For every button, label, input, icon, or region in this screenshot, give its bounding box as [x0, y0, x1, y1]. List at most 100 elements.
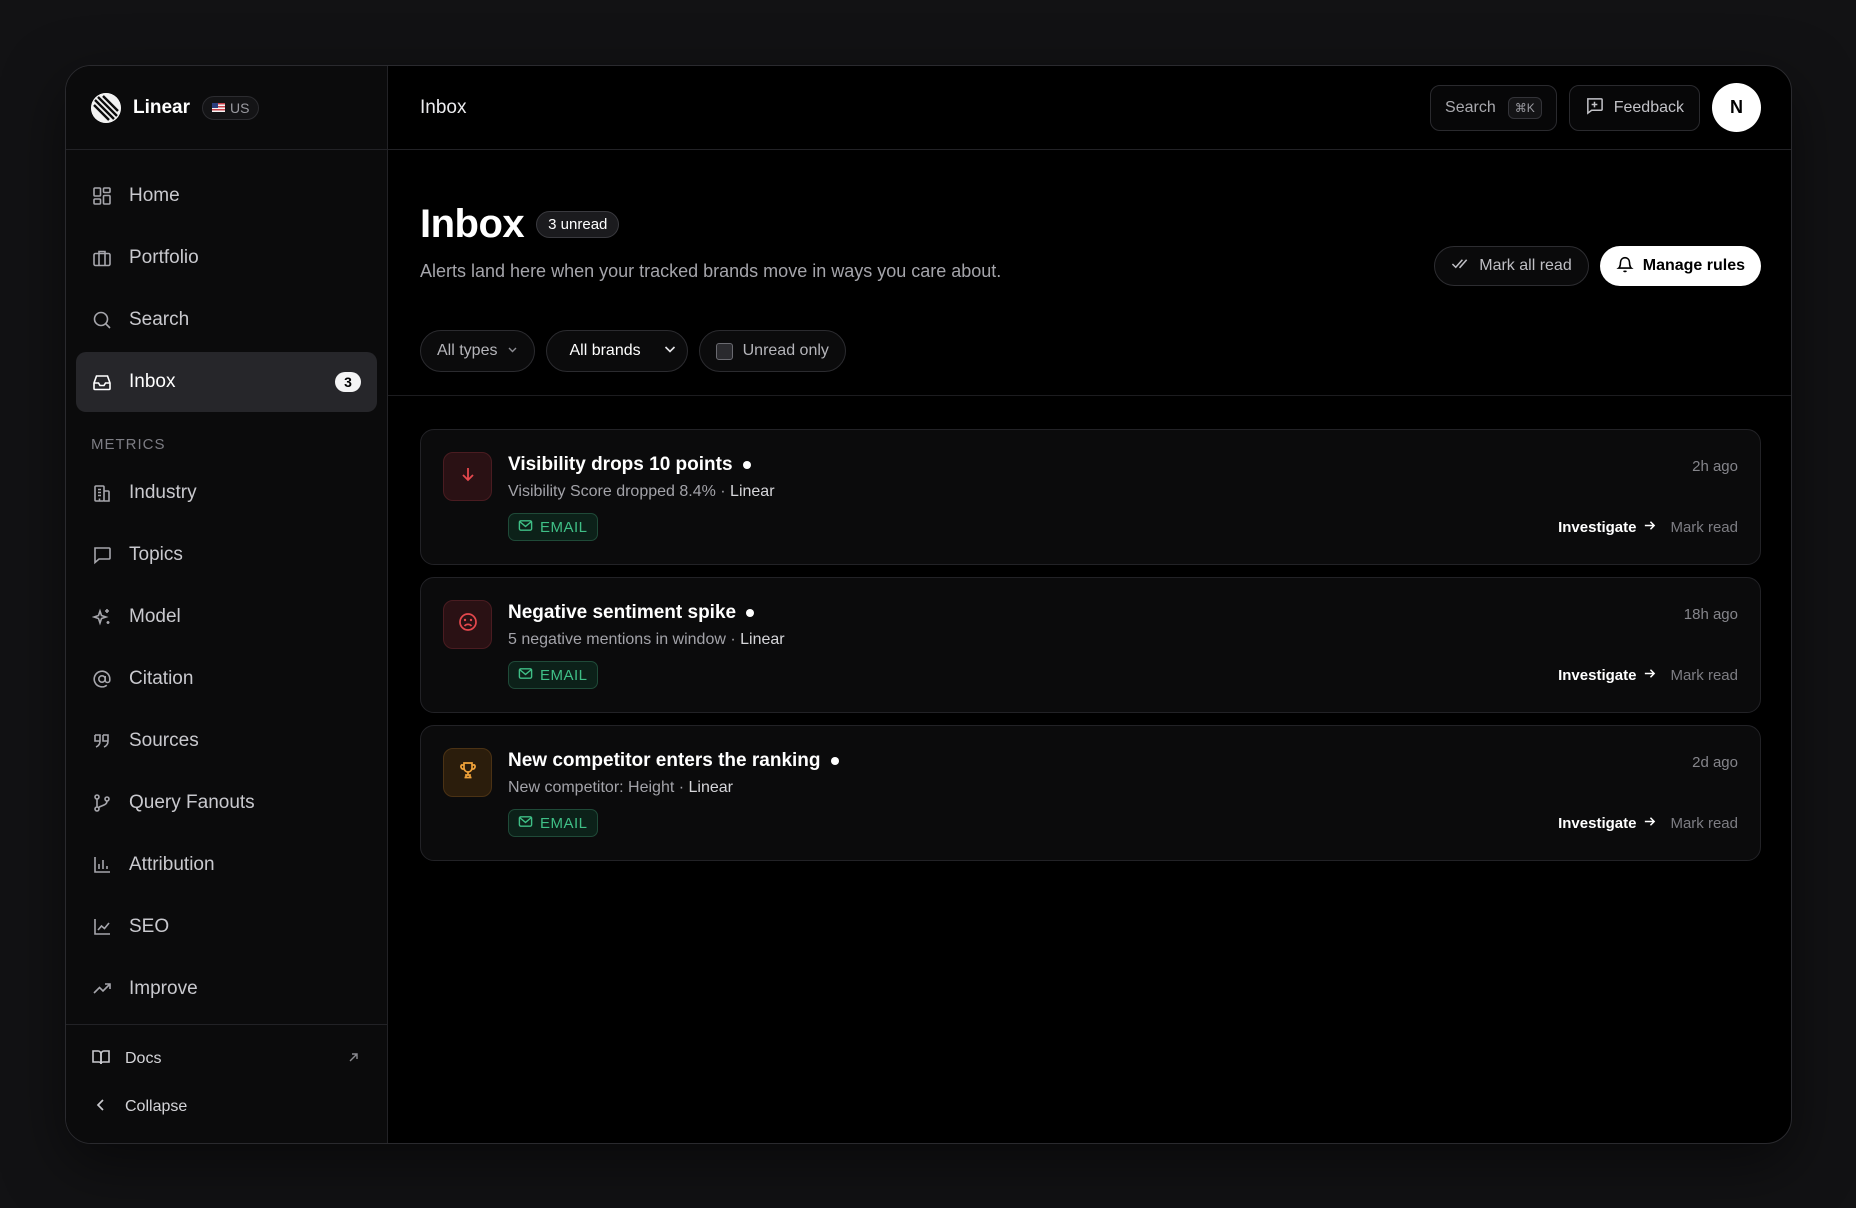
alert-description-text: 5 negative mentions in window · — [508, 631, 741, 648]
sidebar-item-improve[interactable]: Improve — [76, 959, 377, 1019]
sidebar-item-label: Portfolio — [129, 247, 199, 268]
arrow-right-icon — [1643, 519, 1656, 536]
inbox-count-badge: 3 — [335, 372, 361, 392]
unread-dot — [742, 461, 751, 469]
brand-header[interactable]: Linear US — [66, 66, 387, 150]
brand-filter-select[interactable]: All brands — [546, 330, 688, 372]
channel-chip: EMAIL — [508, 513, 598, 541]
alert-title: New competitor enters the ranking — [508, 750, 839, 772]
mail-icon — [518, 518, 533, 537]
sidebar-item-label: Improve — [129, 978, 198, 999]
sidebar-item-label: Citation — [129, 668, 194, 689]
app-window: Linear US Home Portfolio Search Inbox 3 … — [65, 65, 1792, 1144]
trending-up-icon — [91, 978, 113, 1000]
alert-title-text: Visibility drops 10 points — [508, 454, 733, 475]
sidebar-item-label: Search — [129, 309, 190, 330]
investigate-link[interactable]: Investigate — [1558, 667, 1656, 684]
mark-read-link[interactable]: Mark read — [1670, 667, 1738, 684]
sidebar-item-search[interactable]: Search — [76, 290, 377, 350]
page-title: Inbox — [420, 202, 525, 246]
chevron-down-icon — [663, 342, 677, 361]
mark-all-read-label: Mark all read — [1479, 257, 1572, 274]
arrow-down-icon — [459, 465, 477, 488]
mail-icon — [518, 666, 533, 685]
sidebar-item-attribution[interactable]: Attribution — [76, 835, 377, 895]
mark-read-link[interactable]: Mark read — [1670, 815, 1738, 832]
investigate-label: Investigate — [1558, 519, 1637, 536]
unread-only-checkbox[interactable] — [715, 342, 733, 360]
quote-icon — [91, 730, 113, 752]
sidebar-item-inbox[interactable]: Inbox 3 — [76, 352, 377, 412]
sidebar-item-home[interactable]: Home — [76, 166, 377, 226]
unread-count-badge: 3 unread — [536, 211, 620, 238]
book-icon — [91, 1047, 111, 1072]
linear-logo-icon — [91, 92, 121, 123]
home-grid-icon — [91, 185, 113, 207]
sidebar-footer: Docs Collapse — [66, 1024, 387, 1143]
alert-list: Visibility drops 10 points Visibility Sc… — [388, 396, 1791, 861]
investigate-link[interactable]: Investigate — [1558, 519, 1656, 536]
sidebar-item-portfolio[interactable]: Portfolio — [76, 228, 377, 288]
unread-only-label: Unread only — [742, 342, 829, 359]
briefcase-icon — [91, 247, 113, 269]
sidebar-item-seo[interactable]: SEO — [76, 897, 377, 957]
message-square-icon — [91, 544, 113, 566]
sidebar-item-topics[interactable]: Topics — [76, 525, 377, 585]
unread-dot — [746, 609, 755, 617]
investigate-label: Investigate — [1558, 667, 1637, 684]
external-link-icon — [348, 1050, 359, 1068]
alert-timestamp: 2h ago — [1692, 458, 1738, 475]
type-filter-dropdown[interactable]: All types — [420, 330, 536, 372]
collapse-button[interactable]: Collapse — [66, 1083, 387, 1131]
region-badge[interactable]: US — [202, 95, 260, 120]
search-shortcut-kbd: ⌘K — [1507, 96, 1542, 119]
topbar-title: Inbox — [420, 96, 467, 118]
alert-brand: Linear — [688, 779, 733, 796]
message-plus-icon — [1585, 96, 1604, 120]
alert-actions: Investigate Mark read — [1558, 519, 1738, 536]
alert-title-text: Negative sentiment spike — [508, 602, 737, 623]
channel-label: EMAIL — [540, 666, 588, 684]
mark-all-read-button[interactable]: Mark all read — [1434, 246, 1589, 286]
topbar: Inbox Search ⌘K Feedback N — [388, 66, 1791, 150]
mark-read-link[interactable]: Mark read — [1670, 519, 1738, 536]
inbox-icon — [91, 371, 113, 393]
metrics-section-label: METRICS — [91, 436, 166, 453]
double-check-icon — [1451, 254, 1470, 278]
sidebar-item-label: Industry — [129, 482, 197, 503]
sidebar-item-model[interactable]: Model — [76, 587, 377, 647]
unread-only-toggle[interactable]: Unread only — [698, 330, 846, 372]
filter-bar: All types All brands Unread only — [420, 330, 846, 372]
manage-rules-button[interactable]: Manage rules — [1599, 246, 1761, 286]
alert-card[interactable]: New competitor enters the ranking New co… — [420, 725, 1761, 861]
chevron-left-icon — [91, 1095, 111, 1120]
bell-icon — [1616, 255, 1634, 278]
line-chart-icon — [91, 916, 113, 938]
sidebar-item-query-fanouts[interactable]: Query Fanouts — [76, 773, 377, 833]
sidebar-item-industry[interactable]: Industry — [76, 463, 377, 523]
brand-name: Linear — [133, 96, 191, 118]
feedback-button[interactable]: Feedback — [1568, 84, 1700, 131]
building-icon — [91, 482, 113, 504]
mail-icon — [518, 814, 533, 833]
alert-card[interactable]: Visibility drops 10 points Visibility Sc… — [420, 429, 1761, 565]
sidebar-item-label: Model — [129, 606, 181, 627]
investigate-link[interactable]: Investigate — [1558, 815, 1656, 832]
type-filter-value: All types — [437, 342, 498, 359]
investigate-label: Investigate — [1558, 815, 1637, 832]
search-button[interactable]: Search ⌘K — [1430, 84, 1557, 131]
search-button-label: Search — [1445, 98, 1496, 116]
alert-card[interactable]: Negative sentiment spike 5 negative ment… — [420, 577, 1761, 713]
channel-chip: EMAIL — [508, 809, 598, 837]
sidebar-item-citation[interactable]: Citation — [76, 649, 377, 709]
sidebar-item-sources[interactable]: Sources — [76, 711, 377, 771]
sidebar-item-label: SEO — [129, 916, 170, 937]
docs-link[interactable]: Docs — [66, 1035, 387, 1083]
alert-title: Negative sentiment spike — [508, 602, 755, 624]
alert-severity-icon — [443, 452, 492, 501]
arrow-right-icon — [1643, 815, 1656, 832]
user-avatar[interactable]: N — [1712, 83, 1761, 132]
alert-actions: Investigate Mark read — [1558, 815, 1738, 832]
us-flag-icon — [212, 103, 226, 112]
brand-filter-value: All brands — [569, 342, 641, 359]
